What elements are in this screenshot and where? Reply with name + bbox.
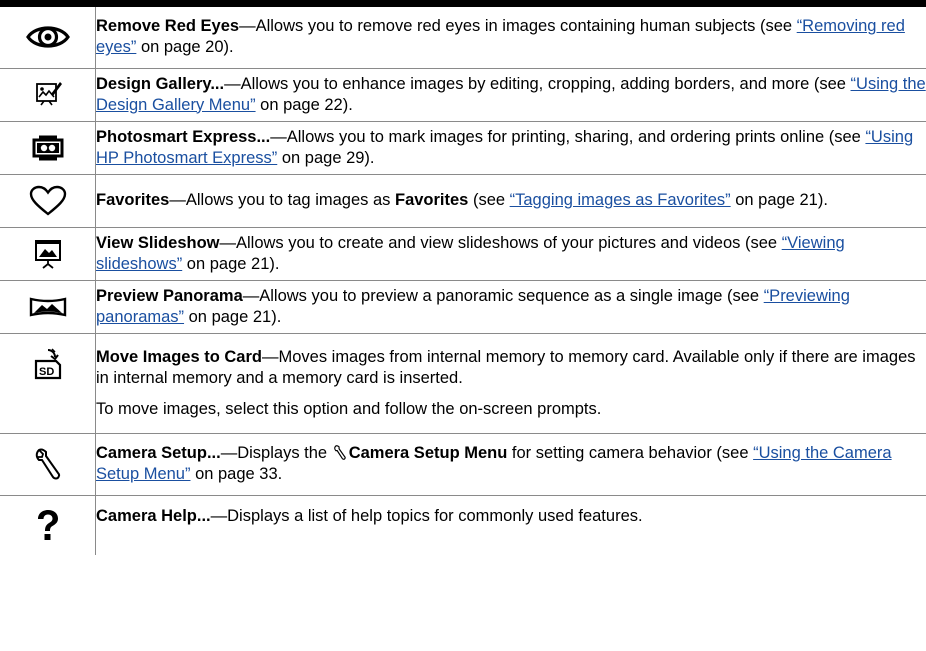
option-description: —Allows you to tag images as [169,191,395,209]
heart-icon [0,185,95,217]
photosmart-express-icon [0,133,95,163]
design-gallery-icon [0,80,95,110]
description-cell: Design Gallery...—Allows you to enhance … [95,68,926,122]
page-reference: on page 29). [277,148,375,167]
top-rule [0,0,926,7]
icon-cell: SD [0,333,96,434]
option-title: Move Images to Card [96,347,262,366]
icon-cell [0,68,96,122]
option-title: Camera Setup... [96,444,221,462]
table-row: View Slideshow—Allows you to create and … [0,227,926,281]
option-description: —Allows you to create and view slideshow… [219,233,782,252]
favorites-label: Favorites [394,191,469,209]
eye-icon [0,22,95,52]
camera-menu-table: Remove Red Eyes—Allows you to remove red… [0,7,926,555]
table-row: SD Move Images to Card—Moves images from… [0,333,926,434]
option-description: (see [468,191,510,209]
option-description: —Displays a list of help topics for comm… [210,506,643,525]
page-reference: on page 22). [255,95,353,114]
cross-reference-link[interactable]: “Tagging images as Favorites” [510,191,731,209]
description-cell: Camera Setup...—Displays the Camera Setu… [95,433,926,496]
table-row: Preview Panorama—Allows you to preview a… [0,280,926,334]
wrench-icon [0,447,95,481]
page-reference: on page 33. [190,465,283,483]
move-to-sd-card-icon: SD [0,347,95,380]
option-title: Design Gallery... [96,74,225,93]
table-row: Camera Help...—Displays a list of help t… [0,495,926,555]
description-cell: Photosmart Express...—Allows you to mark… [95,121,926,175]
option-title: Preview Panorama [96,286,243,305]
description-cell: Favorites—Allows you to tag images as Fa… [95,174,926,228]
option-description: for setting camera behavior (see [507,444,754,462]
help-question-icon [0,509,95,541]
icon-cell [0,495,96,555]
table-row: Photosmart Express...—Allows you to mark… [0,121,926,175]
instruction-paragraph: To move images, select this option and f… [96,399,602,418]
table-row: Design Gallery...—Allows you to enhance … [0,68,926,122]
description-cell: Preview Panorama—Allows you to preview a… [95,280,926,334]
option-description: —Allows you to remove red eyes in images… [239,17,797,36]
camera-setup-menu-label: Camera Setup Menu [348,444,508,462]
option-description: —Displays the [220,444,332,462]
option-description: —Allows you to enhance images by editing… [224,74,851,93]
panorama-icon [0,296,95,318]
svg-text:SD: SD [39,366,54,378]
option-title: Camera Help... [96,506,211,525]
icon-cell [0,121,96,175]
wrench-icon [333,444,347,461]
option-title: Favorites [96,191,170,209]
table-row: Camera Setup...—Displays the Camera Setu… [0,433,926,496]
table-row: Favorites—Allows you to tag images as Fa… [0,174,926,228]
page-reference: on page 21). [184,307,282,326]
option-title: Remove Red Eyes [96,17,240,36]
icon-cell [0,280,96,334]
icon-cell [0,227,96,281]
slideshow-icon [0,238,95,270]
page-reference: on page 21). [730,191,828,209]
icon-cell [0,433,96,496]
option-title: View Slideshow [96,233,220,252]
description-cell: Remove Red Eyes—Allows you to remove red… [95,7,926,69]
description-cell: Move Images to Card—Moves images from in… [95,333,926,434]
page-reference: on page 21). [182,254,280,273]
option-title: Photosmart Express... [96,127,271,146]
page-reference: on page 20). [136,38,234,57]
option-description: —Allows you to preview a panoramic seque… [242,286,764,305]
icon-cell [0,174,96,228]
icon-cell [0,7,96,69]
table-row: Remove Red Eyes—Allows you to remove red… [0,7,926,69]
option-description: —Allows you to mark images for printing,… [270,127,866,146]
description-cell: View Slideshow—Allows you to create and … [95,227,926,281]
description-cell: Camera Help...—Displays a list of help t… [96,495,926,555]
